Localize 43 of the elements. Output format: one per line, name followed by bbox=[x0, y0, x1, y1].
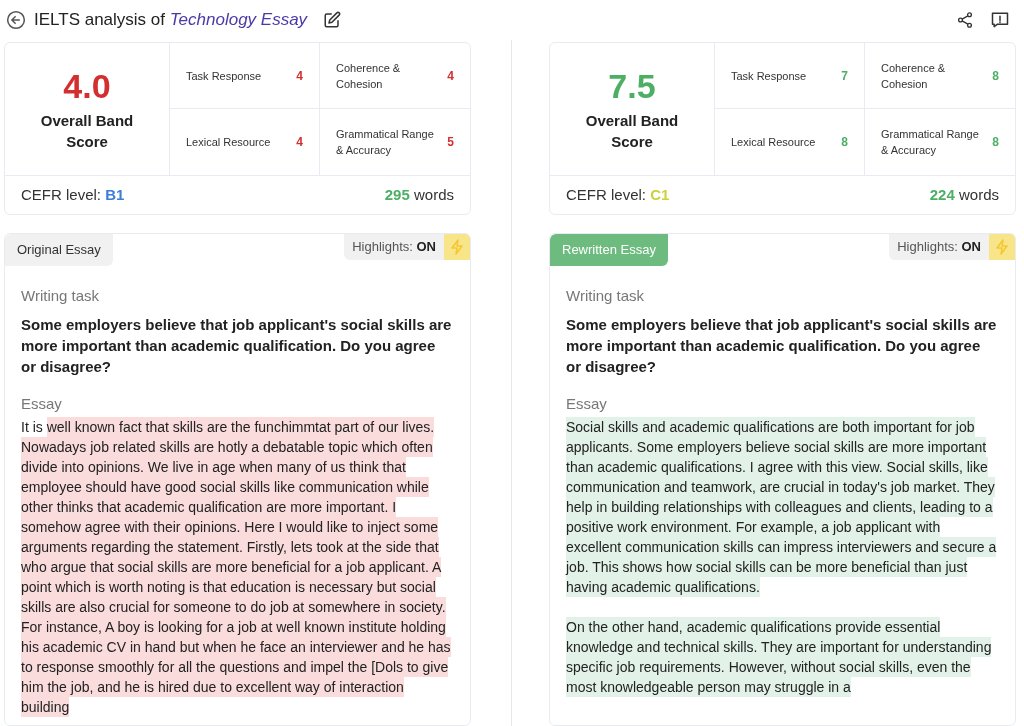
criterion-score: 4 bbox=[447, 67, 454, 85]
section-heading: Writing task bbox=[21, 286, 101, 306]
back-icon[interactable] bbox=[6, 10, 26, 30]
essay-paragraph: On the other hand, academic qualifications provide essential knowledge and technical skills. They are important for understanding specific job requirements. However, without social skills, even the most knowledgeable person may struggle in a bbox=[566, 617, 993, 697]
essay-tab[interactable]: Original Essay bbox=[5, 234, 113, 266]
criterion-label: Lexical Resource bbox=[186, 135, 272, 150]
criterion-score: 7 bbox=[841, 67, 848, 85]
essay-paragraph: Social skills and academic qualifications are both important for job applicants. Some employers believe social skills are more important than academic qualifications. I agree with this view. Social skills, like communication and teamwork, are crucial in today's job market. They help in building relationships with colleagues and clients, leading to a positive work environment. For example, a job applicant with excellent communication skills can impress interviewers and secure a job. This shows how social skills can be more beneficial than just having academic qualifications. bbox=[566, 417, 998, 597]
cefr-level: CEFR level: B1 bbox=[21, 184, 125, 205]
writing-task-text: Some employers believe that job applicant's social skills are more important than academic qualification. Do you agree or disagree? bbox=[566, 314, 998, 377]
criterion-label: Coherence & Cohesion bbox=[881, 60, 947, 92]
criterion-score: 4 bbox=[296, 67, 303, 85]
writing-task-text: Some employers believe that job applicant's social skills are more important than academic qualification. Do you agree or disagree? bbox=[21, 314, 453, 377]
section-heading: Essay bbox=[21, 393, 63, 414]
criterion-label: Grammatical Range & Accuracy bbox=[336, 127, 435, 158]
overall-band-label: Overall Band Score bbox=[584, 111, 680, 152]
criterion-score: 4 bbox=[296, 134, 303, 151]
criterion-score: 5 bbox=[447, 134, 454, 151]
criterion-label: Grammatical Range & Accuracy bbox=[881, 127, 980, 158]
criterion-label: Coherence & Cohesion bbox=[336, 60, 402, 92]
feedback-icon[interactable] bbox=[990, 10, 1010, 30]
highlights-toggle[interactable]: Highlights: ON bbox=[889, 234, 1015, 260]
lightning-icon bbox=[450, 239, 464, 255]
criterion-label: Task Response bbox=[186, 68, 263, 84]
section-heading: Writing task bbox=[566, 286, 646, 306]
word-count: 224 words bbox=[929, 184, 999, 205]
overall-score: 7.5 bbox=[608, 66, 656, 106]
criterion-score: 8 bbox=[841, 134, 848, 151]
overall-score: 4.0 bbox=[63, 66, 111, 106]
essay-paragraph: It is well known fact that skills are the funchimmtat part of our lives. Nowadays job related skills are hotly a debatable topic which often divide into opinions. We live in age when many of us think that employee should have good social skills like communication while other thinks that academic qualification are more important. I somehow agree with their opinions. Here I would like to inject some arguments regarding the statement. Firstly, lets took at the side that who argue that social skills are more beneficial for a job applicant. A point which is worth noting is that education is necessary but social skills are also crucial for someone to do job at somewhere in society. For instance, A boy is looking for a job at well known institute holding his academic CV in hand but when he face an interviewer and he has to response smoothly for all the questions and impel the [Dols to give him the job, and he is hired due to excellent way of interaction building bbox=[21, 417, 452, 717]
cefr-level: CEFR level: C1 bbox=[566, 184, 670, 205]
lightning-icon bbox=[995, 239, 1009, 255]
overall-band-label: Overall Band Score bbox=[39, 111, 135, 152]
criterion-score: 8 bbox=[992, 67, 999, 85]
edit-icon[interactable] bbox=[323, 11, 342, 29]
criterion-score: 8 bbox=[992, 134, 999, 151]
share-icon[interactable] bbox=[956, 11, 974, 29]
section-heading: Essay bbox=[566, 393, 608, 414]
highlights-toggle[interactable]: Highlights: ON bbox=[344, 234, 470, 260]
criterion-label: Task Response bbox=[731, 68, 808, 84]
criterion-label: Lexical Resource bbox=[731, 135, 817, 150]
word-count: 295 words bbox=[384, 184, 454, 205]
page-title: IELTS analysis of Technology Essay bbox=[34, 9, 308, 32]
